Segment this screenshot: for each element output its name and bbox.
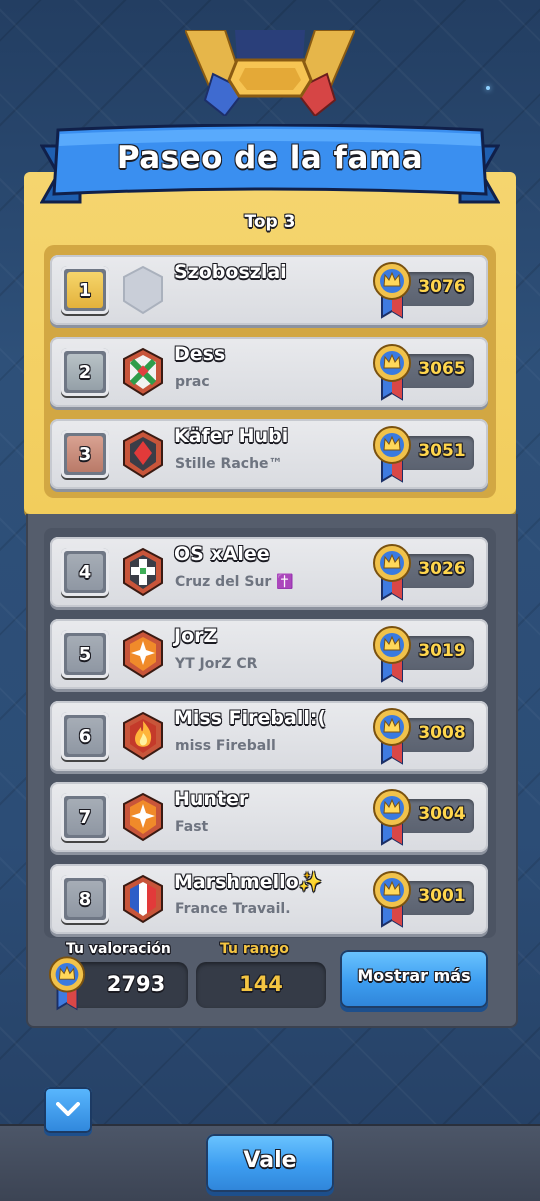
rank-badge: 8: [61, 875, 109, 923]
fire-clan-badge-icon: [123, 711, 163, 761]
leaderboard-row[interactable]: 3 Käfer Hubi Stille Rache™ 3051: [50, 419, 488, 489]
orange-star-clan-badge-icon: [123, 629, 163, 679]
my-rating-value: 2793: [106, 972, 166, 996]
player-name: Dess: [174, 343, 226, 365]
player-name: Hunter: [174, 788, 249, 810]
white-cross-clan-badge-icon: [123, 547, 163, 597]
leaderboard-row[interactable]: 1 Szoboszlai 3076: [50, 255, 488, 325]
show-more-label: Mostrar más: [357, 966, 471, 985]
player-name: Szoboszlai: [174, 261, 287, 283]
trophy-count: 3001: [418, 886, 466, 906]
leaderboard-row[interactable]: 5 JorZ YT JorZ CR 3019: [50, 619, 488, 689]
trophy-icon: [373, 426, 411, 483]
leaderboard-row[interactable]: 7 Hunter Fast 3004: [50, 782, 488, 852]
laurel-trophy-emblem-icon: [185, 30, 355, 116]
leaderboard-row[interactable]: 2 Dess prac 3065: [50, 337, 488, 407]
leaderboard-row[interactable]: 6 Miss Fireball:( miss Fireball 3008: [50, 701, 488, 771]
ok-button[interactable]: Vale: [206, 1134, 334, 1192]
orange-star-clan-badge-icon: [123, 792, 163, 842]
rank-badge: 2: [61, 348, 109, 396]
ok-label: Vale: [243, 1148, 297, 1173]
trophy-icon: [373, 626, 411, 683]
rank-badge: 5: [61, 630, 109, 678]
trophy-icon: [48, 956, 86, 1011]
clan-name: Fast: [175, 819, 209, 835]
trophy-count: 3004: [418, 804, 466, 824]
clan-name: Stille Rache™: [175, 456, 283, 472]
trophy-icon: [373, 262, 411, 319]
rank-badge: 6: [61, 712, 109, 760]
player-name: Käfer Hubi: [174, 425, 289, 447]
clan-name: YT JorZ CR: [175, 656, 258, 672]
top3-label: Top 3: [244, 212, 296, 232]
rank-badge: 7: [61, 793, 109, 841]
clan-name: France Travail.: [175, 901, 291, 917]
trophy-icon: [373, 544, 411, 601]
trophy-icon: [373, 708, 411, 765]
trophy-count: 3065: [418, 359, 466, 379]
clan-name: Cruz del Sur ✝️: [175, 574, 294, 590]
chevron-down-icon: [56, 1102, 80, 1116]
rank-badge: 1: [61, 266, 109, 314]
player-name: OS xAlee: [174, 543, 270, 565]
page-title: Paseo de la fama: [116, 140, 424, 176]
player-name: Miss Fireball:(: [174, 707, 327, 729]
my-rank-label: Tu rango: [220, 941, 289, 957]
french-flag-clan-badge-icon: [123, 874, 163, 924]
red-diamond-clan-badge-icon: [123, 429, 163, 479]
player-name: Marshmello✨: [174, 871, 323, 893]
trophy-count: 3026: [418, 559, 466, 579]
scroll-down-button[interactable]: [44, 1087, 92, 1133]
trophy-icon: [373, 789, 411, 846]
trophy-count: 3008: [418, 723, 466, 743]
leaderboard-row[interactable]: 8 Marshmello✨ France Travail. 3001: [50, 864, 488, 934]
leaderboard-row[interactable]: 4 OS xAlee Cruz del Sur ✝️ 3026: [50, 537, 488, 607]
rank-badge: 3: [61, 430, 109, 478]
trophy-icon: [373, 871, 411, 928]
rank-badge: 4: [61, 548, 109, 596]
trophy-icon: [373, 344, 411, 401]
trophy-count: 3019: [418, 641, 466, 661]
my-rank-value: 144: [239, 972, 283, 996]
clan-name: miss Fireball: [175, 738, 276, 754]
empty-badge-icon: [123, 265, 163, 315]
green-cross-clan-badge-icon: [123, 347, 163, 397]
player-name: JorZ: [174, 625, 218, 647]
trophy-count: 3076: [418, 277, 466, 297]
clan-name: prac: [175, 374, 210, 390]
sparkle: [486, 86, 490, 90]
show-more-button[interactable]: Mostrar más: [340, 950, 488, 1008]
trophy-count: 3051: [418, 441, 466, 461]
